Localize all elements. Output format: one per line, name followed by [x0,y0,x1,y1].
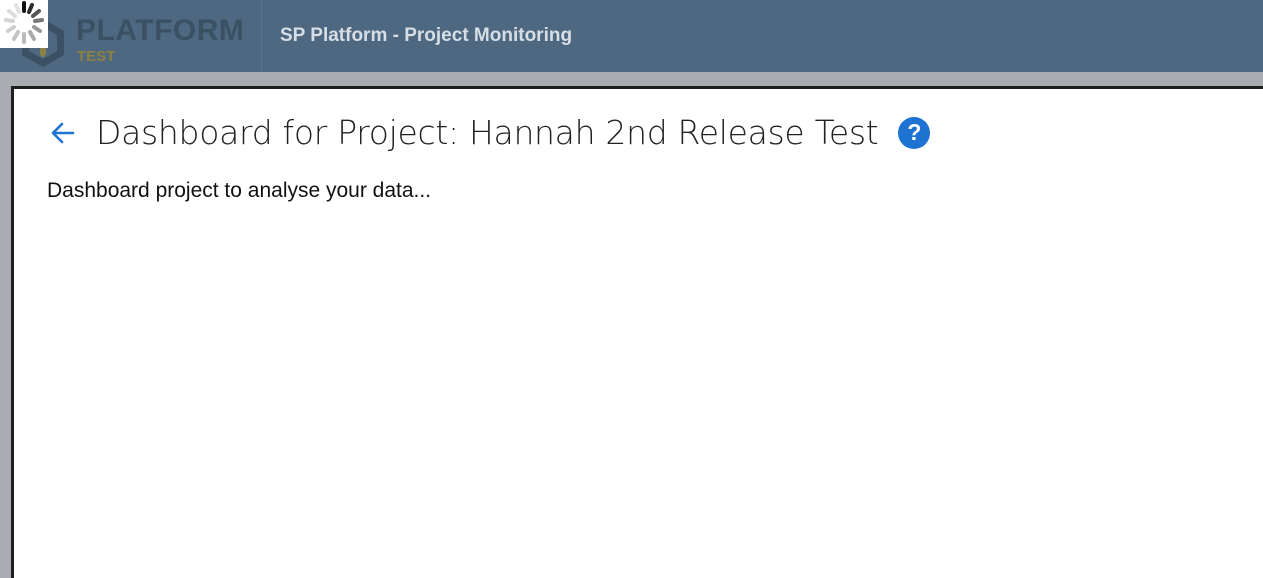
logo-subtext: TEST [77,48,116,65]
dashboard-panel: Dashboard for Project: Hannah 2nd Releas… [11,86,1263,578]
page-title: Dashboard for Project: Hannah 2nd Releas… [96,113,879,152]
page-description: Dashboard project to analyse your data..… [47,179,432,202]
page-header: Dashboard for Project: Hannah 2nd Releas… [46,113,931,152]
back-button[interactable] [46,116,80,150]
help-circle-icon[interactable]: ? [898,116,931,149]
app-title: SP Platform - Project Monitoring [280,25,573,46]
top-bar: PLATFORM TEST SP Platform - Project Moni… [0,0,1263,72]
logo-text: PLATFORM [76,14,245,47]
loading-spinner-icon [0,0,48,48]
arrow-left-icon [51,122,75,143]
